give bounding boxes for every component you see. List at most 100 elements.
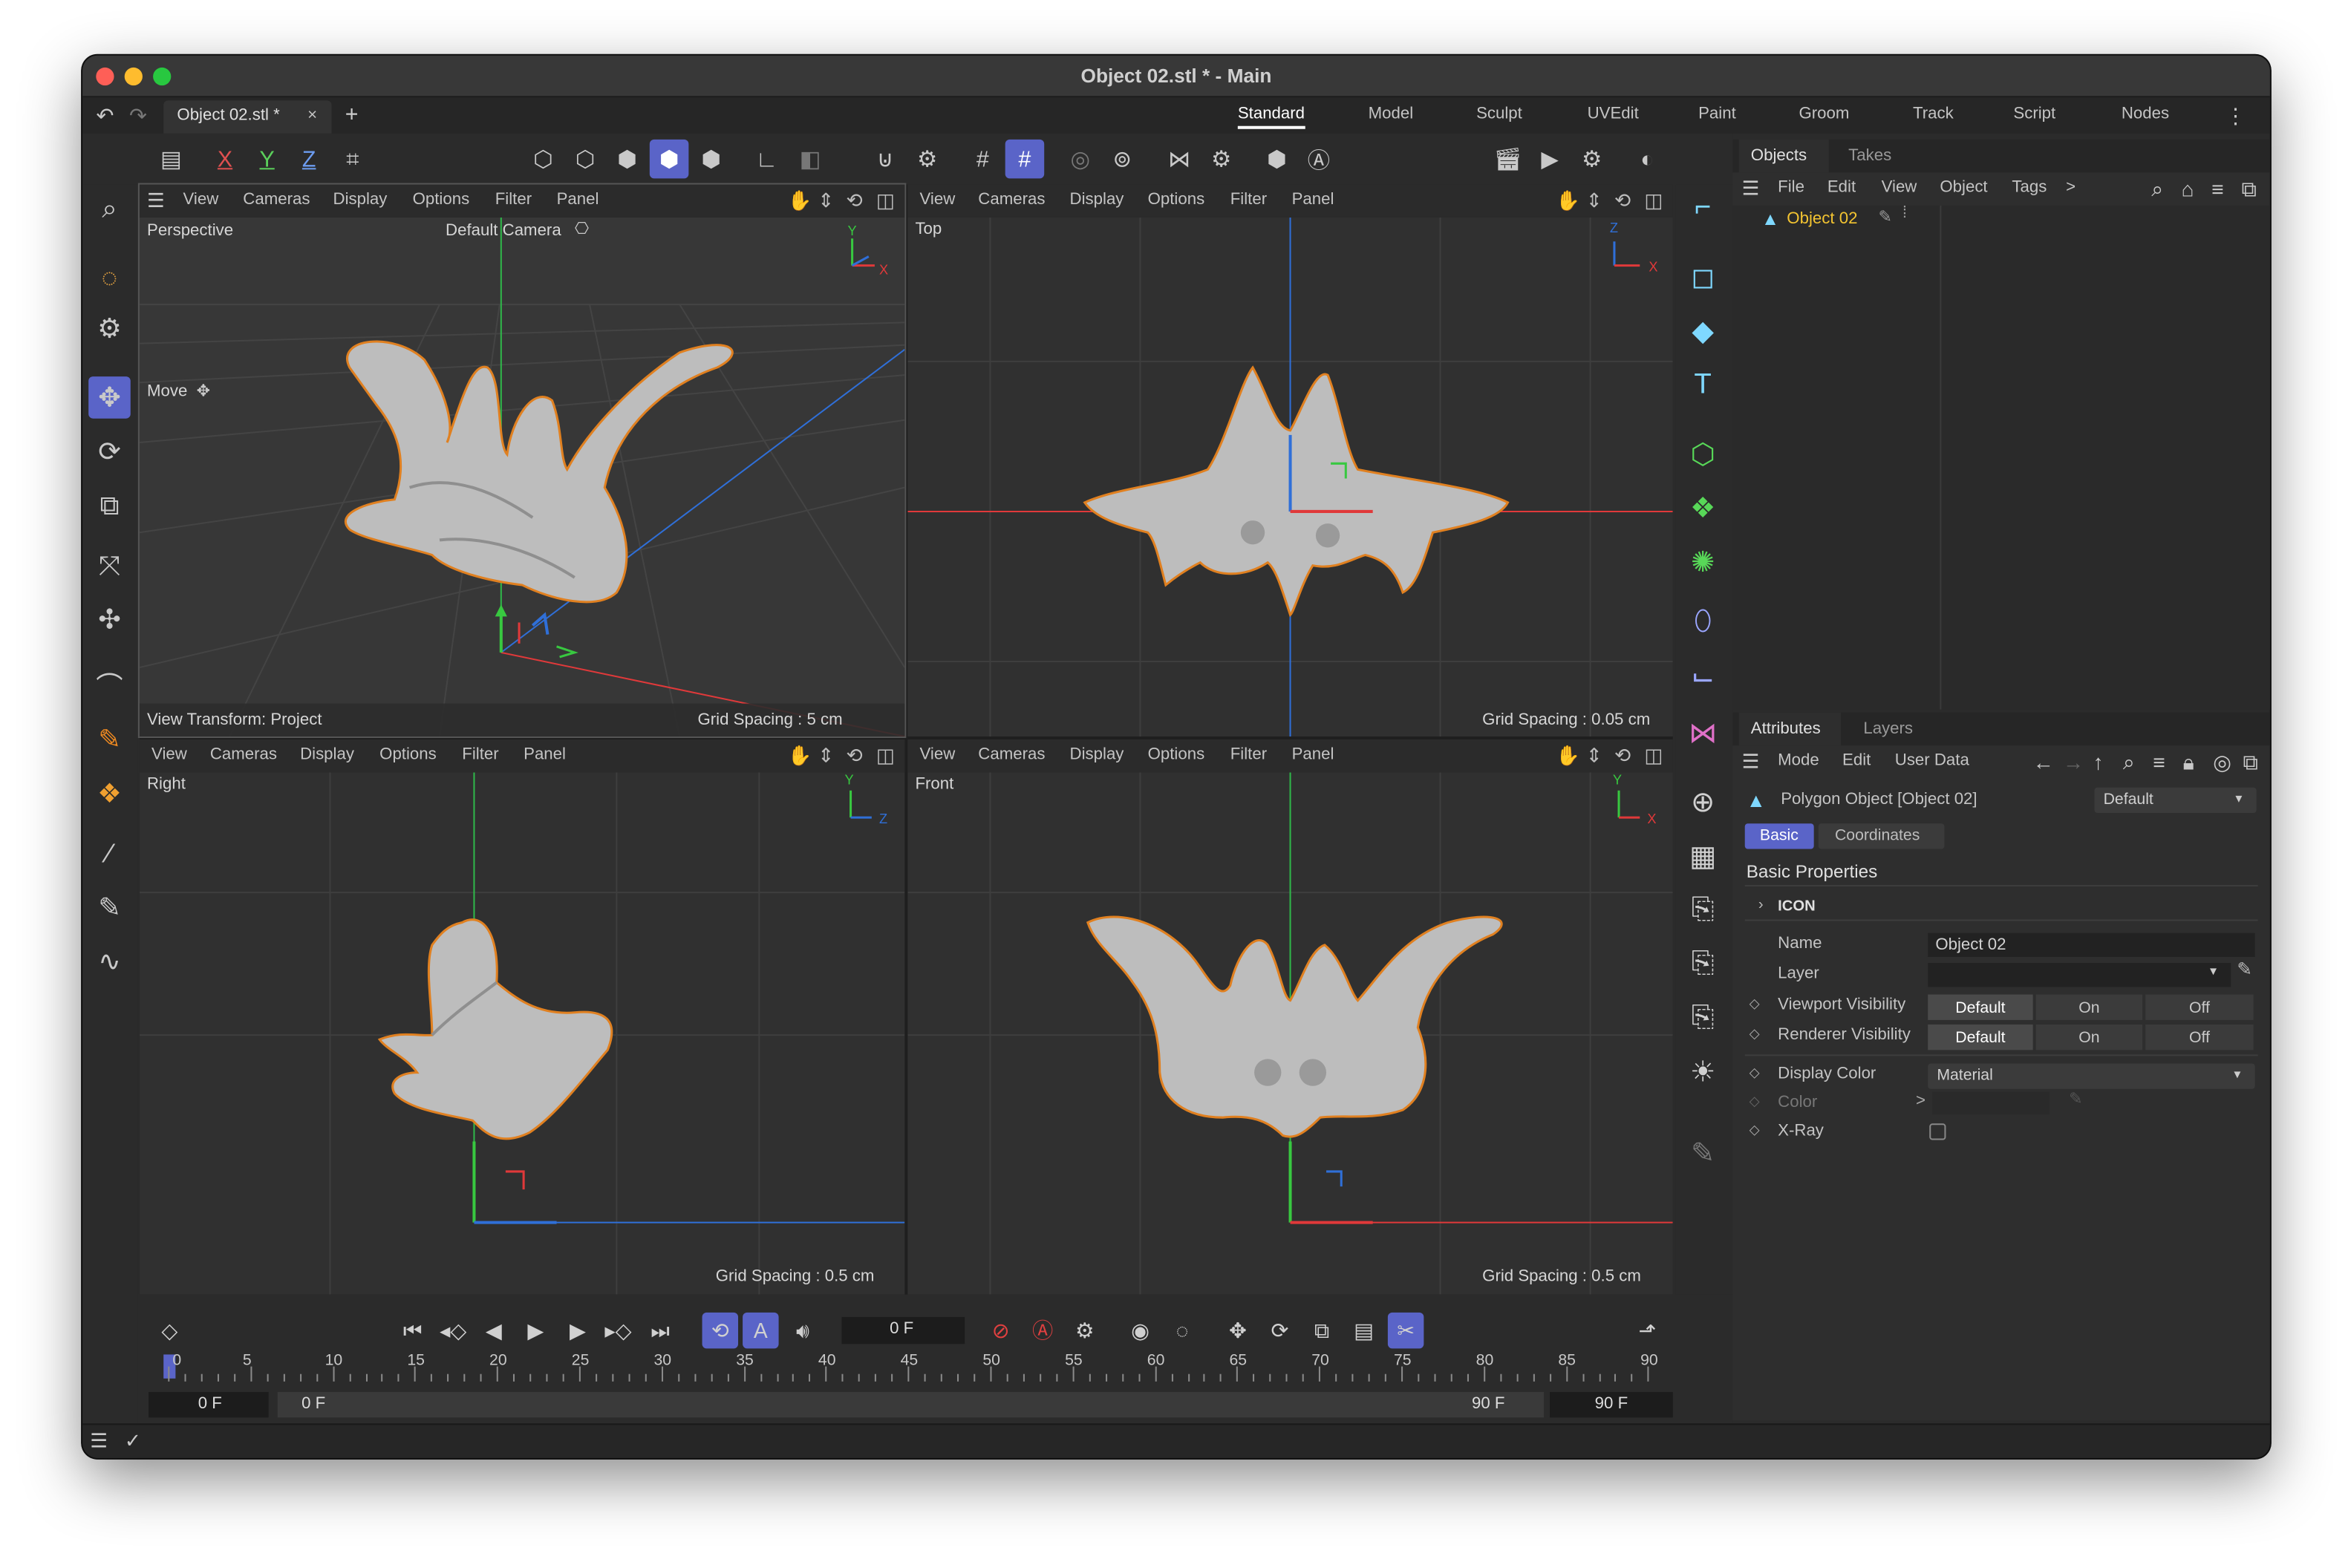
soft-settings-icon[interactable]: ⊚ bbox=[1103, 140, 1142, 179]
menu-options[interactable]: Options bbox=[379, 745, 437, 763]
dolly-icon[interactable]: ⇕ bbox=[818, 189, 834, 213]
hamburger-icon[interactable]: ☰ bbox=[90, 1431, 108, 1450]
menu-panel[interactable]: Panel bbox=[524, 745, 566, 763]
menu-panel[interactable]: Panel bbox=[1292, 745, 1334, 763]
menu-options[interactable]: Options bbox=[1148, 191, 1205, 209]
environment-icon[interactable]: ⊕ bbox=[1676, 779, 1730, 827]
display-color-dropdown[interactable]: Material ▾ bbox=[1928, 1063, 2255, 1089]
menu-edit[interactable]: Edit bbox=[1842, 751, 1871, 769]
camera-icon[interactable]: ⎔ bbox=[575, 221, 589, 238]
light-icon[interactable]: ☀ bbox=[1676, 1048, 1730, 1097]
layout-tab-track[interactable]: Track bbox=[1913, 105, 1954, 122]
lock-icon[interactable]: 🔒︎ bbox=[2183, 751, 2194, 772]
color-expand-icon[interactable]: > bbox=[1916, 1092, 1926, 1110]
up-icon[interactable]: ↑ bbox=[2093, 751, 2103, 772]
forward-icon[interactable]: → bbox=[2063, 751, 2084, 772]
orbit-icon[interactable]: ⟲ bbox=[847, 189, 863, 213]
keyframe-icon[interactable]: ◇ bbox=[151, 1313, 187, 1348]
render-settings-icon[interactable]: ⚙ bbox=[1572, 140, 1611, 179]
hamburger-icon[interactable]: ☰ bbox=[1742, 751, 1760, 771]
search-icon[interactable]: ⌕ bbox=[88, 188, 131, 230]
camera-tools-icon[interactable]: ⎘ bbox=[1676, 941, 1730, 989]
perspective-viewport[interactable]: ☰ View Cameras Display Options Filter Pa… bbox=[137, 183, 907, 739]
scale-tool-icon[interactable]: ⧉ bbox=[88, 485, 131, 527]
preset-dropdown[interactable]: Default ▾ bbox=[2094, 787, 2257, 814]
previous-key-icon[interactable]: ◂◇ bbox=[435, 1313, 471, 1348]
new-window-icon[interactable]: ⧉ bbox=[2243, 751, 2257, 772]
renderer-vis-on[interactable]: On bbox=[2035, 1024, 2143, 1051]
dolly-icon[interactable]: ⇕ bbox=[1586, 744, 1602, 768]
keyframe-icon[interactable]: ◇ bbox=[1750, 1122, 1760, 1138]
menu-user-data[interactable]: User Data bbox=[1895, 751, 1969, 769]
z-axis-button[interactable]: Z bbox=[290, 140, 329, 179]
menu-cameras[interactable]: Cameras bbox=[978, 191, 1045, 209]
menu-file[interactable]: File bbox=[1778, 178, 1804, 196]
top-viewport[interactable]: View Cameras Display Options Filter Pane… bbox=[907, 184, 1673, 737]
create-spline-icon[interactable]: ◻ bbox=[1676, 253, 1730, 301]
layer-field[interactable] bbox=[1928, 963, 2231, 987]
spline-tools-icon[interactable]: ✎ bbox=[88, 719, 131, 761]
grid-icon[interactable]: # bbox=[963, 140, 1002, 179]
layout-tab-sculpt[interactable]: Sculpt bbox=[1476, 105, 1522, 122]
field-icon[interactable]: ⌙ bbox=[1676, 653, 1730, 701]
key-param-icon[interactable]: ▤ bbox=[1346, 1313, 1381, 1348]
redo-icon[interactable]: ↷ bbox=[128, 105, 149, 125]
subtab-coordinates[interactable]: Coordinates bbox=[1818, 823, 1945, 849]
symmetry-settings-icon[interactable]: ⚙ bbox=[1201, 140, 1241, 179]
motion-clip-icon[interactable]: ◌ bbox=[1164, 1313, 1200, 1348]
close-tab-icon[interactable]: × bbox=[307, 106, 317, 124]
menu-cameras[interactable]: Cameras bbox=[978, 745, 1045, 763]
symmetry-icon[interactable]: ⋈ bbox=[1160, 140, 1199, 179]
undo-icon[interactable]: ↶ bbox=[94, 105, 115, 125]
tab-attributes[interactable]: Attributes bbox=[1738, 712, 1842, 746]
edges-mode-icon[interactable]: ⬡ bbox=[566, 140, 605, 179]
deformer-icon[interactable]: ⬯ bbox=[1676, 598, 1730, 647]
time-ruler[interactable]: 0 5 10 15 20 25 30 35 40 45 50 55 60 65 70 75 80 85 90 bbox=[153, 1351, 1672, 1384]
axis-mode-icon[interactable]: ∟ bbox=[747, 140, 786, 179]
filter-icon[interactable]: ≡ bbox=[2153, 751, 2165, 772]
motion-icon[interactable]: ◉ bbox=[1122, 1313, 1158, 1348]
coordinate-system-icon[interactable]: ⌗ bbox=[333, 140, 373, 179]
renderer-vis-off[interactable]: Off bbox=[2145, 1024, 2254, 1051]
generators-icon[interactable]: ❖ bbox=[88, 773, 131, 815]
edit-tag-icon[interactable]: ✎ bbox=[1879, 207, 1893, 226]
redshift-icon[interactable]: ◐ bbox=[1628, 140, 1667, 179]
snap-settings-icon[interactable]: ⚙ bbox=[907, 140, 947, 179]
layout-tab-nodes[interactable]: Nodes bbox=[2122, 105, 2169, 122]
start-frame-field[interactable]: 0 F bbox=[149, 1391, 269, 1418]
new-window-icon[interactable]: ⧉ bbox=[2241, 178, 2256, 199]
new-tab-icon[interactable]: + bbox=[345, 102, 359, 127]
pan-icon[interactable]: ✋ bbox=[788, 189, 812, 213]
render-view-icon[interactable]: 🎬︎ bbox=[1488, 140, 1527, 179]
pan-icon[interactable]: ✋ bbox=[1556, 744, 1580, 768]
menu-filter[interactable]: Filter bbox=[495, 191, 532, 209]
pan-icon[interactable]: ✋ bbox=[788, 744, 812, 768]
menu-cameras[interactable]: Cameras bbox=[243, 191, 310, 209]
menu-options[interactable]: Options bbox=[1148, 745, 1205, 763]
keyframe-icon[interactable]: ◇ bbox=[1750, 1026, 1760, 1042]
workplane-icon[interactable]: # bbox=[1005, 139, 1045, 179]
viewport-vis-off[interactable]: Off bbox=[2145, 994, 2254, 1020]
spline-pen-icon[interactable]: ⌒ bbox=[88, 664, 131, 707]
subtab-basic[interactable]: Basic bbox=[1744, 823, 1814, 849]
soft-selection-icon[interactable]: ◎ bbox=[1060, 140, 1100, 179]
object-name[interactable]: Object 02 bbox=[1787, 210, 1857, 228]
xray-checkbox[interactable] bbox=[1929, 1123, 1946, 1140]
menu-view[interactable]: View bbox=[151, 745, 187, 763]
pan-icon[interactable]: ✋ bbox=[1556, 189, 1580, 213]
eyedropper-icon[interactable]: ✎ bbox=[2237, 958, 2251, 979]
layout-tab-paint[interactable]: Paint bbox=[1698, 105, 1736, 122]
layout-tab-model[interactable]: Model bbox=[1369, 105, 1414, 122]
hamburger-icon[interactable]: ☰ bbox=[147, 191, 165, 210]
tab-objects[interactable]: Objects bbox=[1738, 139, 1829, 173]
menu-options[interactable]: Options bbox=[413, 191, 470, 209]
target-icon[interactable]: ◎ bbox=[2213, 751, 2231, 772]
hamburger-icon[interactable]: ☰ bbox=[1742, 178, 1760, 197]
menu-object[interactable]: Object bbox=[1940, 178, 1987, 196]
play-icon[interactable]: ▶ bbox=[518, 1313, 553, 1348]
chevron-down-icon[interactable]: ▾ bbox=[2210, 963, 2217, 979]
auto-keyframe-icon[interactable]: A bbox=[743, 1312, 779, 1349]
model-mode-icon[interactable]: ⬢ bbox=[649, 139, 689, 179]
camera-name[interactable]: Default Camera bbox=[446, 222, 561, 240]
key-settings-icon[interactable]: ⚙ bbox=[1067, 1313, 1103, 1348]
